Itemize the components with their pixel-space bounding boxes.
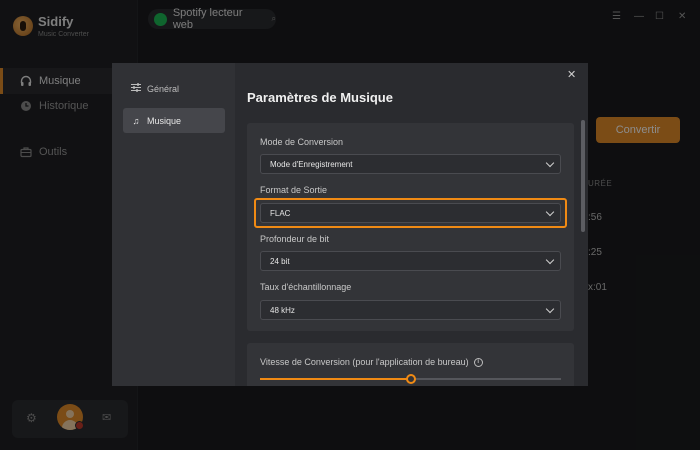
conversion-speed-card: Vitesse de Conversion (pour l'applicatio… bbox=[247, 343, 574, 386]
chevron-down-icon bbox=[545, 255, 555, 265]
output-format-select[interactable]: FLAC bbox=[260, 203, 561, 223]
settings-dialog: Général ♫ Musique ✕ Paramètres de Musiqu… bbox=[112, 63, 588, 386]
settings-nav-musique[interactable]: ♫ Musique bbox=[123, 108, 225, 133]
conversion-mode-label: Mode de Conversion bbox=[260, 137, 344, 147]
select-value: Mode d'Enregistrement bbox=[270, 159, 353, 169]
close-icon[interactable]: ✕ bbox=[567, 68, 576, 81]
slider-fill bbox=[260, 378, 411, 380]
info-icon[interactable]: i bbox=[473, 357, 483, 367]
conversion-speed-slider[interactable] bbox=[260, 374, 561, 384]
settings-nav-general[interactable]: Général bbox=[123, 76, 225, 101]
bit-depth-select[interactable]: 24 bit bbox=[260, 251, 561, 271]
chevron-down-icon bbox=[545, 304, 555, 314]
conversion-speed-text: Vitesse de Conversion (pour l'applicatio… bbox=[260, 357, 469, 367]
select-value: 24 bit bbox=[270, 256, 290, 266]
settings-nav: Général ♫ Musique bbox=[112, 63, 235, 386]
music-note-icon: ♫ bbox=[132, 115, 140, 126]
bit-depth-label: Profondeur de bit bbox=[260, 234, 330, 244]
dialog-scrollbar[interactable] bbox=[581, 120, 585, 232]
sample-rate-label: Taux d'échantillonnage bbox=[260, 282, 352, 292]
settings-nav-label: Général bbox=[147, 83, 180, 94]
sliders-icon bbox=[131, 83, 141, 94]
settings-nav-label: Musique bbox=[147, 115, 182, 126]
conversion-mode-select[interactable]: Mode d'Enregistrement bbox=[260, 154, 561, 174]
select-value: 48 kHz bbox=[270, 305, 295, 315]
slider-thumb[interactable] bbox=[405, 374, 416, 384]
chevron-down-icon bbox=[545, 207, 555, 217]
dialog-title: Paramètres de Musique bbox=[247, 90, 393, 105]
sample-rate-select[interactable]: 48 kHz bbox=[260, 300, 561, 320]
chevron-down-icon bbox=[545, 158, 555, 168]
conversion-speed-label: Vitesse de Conversion (pour l'applicatio… bbox=[260, 357, 483, 367]
select-value: FLAC bbox=[270, 208, 291, 218]
output-format-label: Format de Sortie bbox=[260, 185, 328, 195]
music-settings-card: Mode de Conversion Mode d'Enregistrement… bbox=[247, 123, 574, 331]
